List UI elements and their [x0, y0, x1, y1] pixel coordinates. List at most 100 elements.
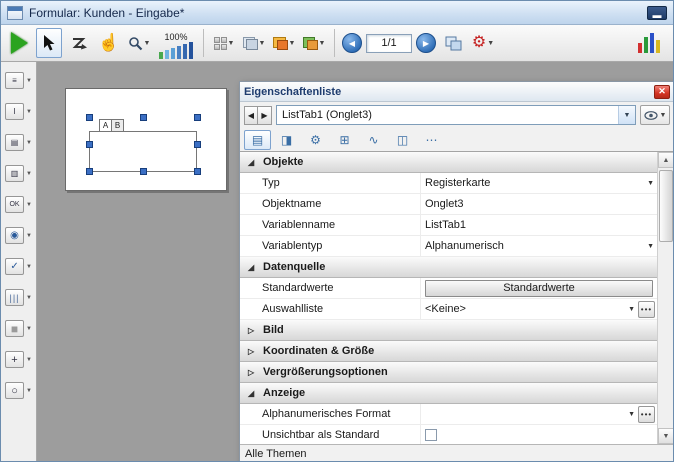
- tab-control-tab-b[interactable]: B: [111, 119, 124, 132]
- selection-handle[interactable]: [194, 168, 201, 175]
- previous-object-button[interactable]: ◀: [244, 106, 258, 125]
- checkbox-icon: ✓: [5, 258, 24, 275]
- tool-static-text[interactable]: ≡ ▼: [5, 72, 32, 89]
- chevron-down-icon[interactable]: ▼: [26, 264, 32, 270]
- tool-button[interactable]: OK ▼: [5, 196, 32, 213]
- standardwerte-button[interactable]: Standardwerte: [425, 280, 653, 297]
- tab-links[interactable]: ⊞: [331, 130, 358, 150]
- prop-row-standardwerte: Standardwerte Standardwerte: [240, 278, 657, 299]
- scrollbar-track[interactable]: [658, 168, 674, 428]
- alignment-tool-button[interactable]: ▼: [211, 28, 237, 58]
- chevron-down-icon[interactable]: ▼: [26, 295, 32, 301]
- prop-value-variablenname[interactable]: ListTab1: [420, 215, 657, 235]
- ellipsis-button[interactable]: •••: [638, 406, 655, 423]
- tool-radio-button[interactable]: ◉ ▼: [5, 227, 32, 244]
- tool-edit-field[interactable]: I ▼: [5, 103, 32, 120]
- chart-bars-icon[interactable]: [638, 33, 668, 53]
- chevron-down-icon[interactable]: ▼: [26, 388, 32, 394]
- tab-control-body[interactable]: [89, 131, 197, 172]
- chevron-down-icon[interactable]: ▼: [647, 243, 654, 250]
- color-tool-button[interactable]: ▼: [271, 28, 297, 58]
- prop-value-objektname[interactable]: Onglet3: [420, 194, 657, 214]
- magnifier-icon: [128, 36, 143, 51]
- section-objekte[interactable]: ◢ Objekte: [240, 152, 657, 173]
- windows-list-button[interactable]: [440, 28, 466, 58]
- section-anzeige[interactable]: ◢ Anzeige: [240, 383, 657, 404]
- zoom-tool-button[interactable]: ▼: [126, 28, 152, 58]
- chevron-down-icon[interactable]: ▼: [26, 233, 32, 239]
- layout-tool-button[interactable]: ▼: [241, 28, 267, 58]
- selected-object-label: ListTab1 (Onglet3): [282, 109, 372, 121]
- chevron-down-icon[interactable]: ▼: [618, 106, 635, 124]
- tab-control-tab-a[interactable]: A: [99, 119, 112, 132]
- style-tool-button[interactable]: ▼: [301, 28, 327, 58]
- prop-value-typ[interactable]: Registerkarte ▼: [420, 173, 657, 193]
- section-vergroesserungsoptionen[interactable]: ▷ Vergrößerungsoptionen: [240, 362, 657, 383]
- scrollbar-thumb[interactable]: [659, 170, 673, 242]
- close-button[interactable]: ✕: [654, 85, 670, 99]
- section-bild[interactable]: ▷ Bild: [240, 320, 657, 341]
- prop-value-auswahlliste[interactable]: <Keine> ▼ •••: [420, 299, 657, 319]
- section-koordinaten-groesse[interactable]: ▷ Koordinaten & Größe: [240, 341, 657, 362]
- tab-settings[interactable]: ⚙: [302, 130, 329, 150]
- unsichtbar-checkbox[interactable]: [425, 429, 437, 441]
- chevron-down-icon[interactable]: ▼: [26, 171, 32, 177]
- tool-toolbar-control[interactable]: ||| ▼: [5, 289, 32, 306]
- properties-panel-header[interactable]: Eigenschaftenliste ✕: [240, 82, 674, 102]
- chevron-down-icon[interactable]: ▼: [26, 202, 32, 208]
- tab-screen[interactable]: ◫: [389, 130, 416, 150]
- zoom-indicator[interactable]: 100%: [156, 27, 196, 59]
- chevron-down-icon[interactable]: ▼: [26, 109, 32, 115]
- scroll-up-button[interactable]: ▲: [658, 152, 674, 168]
- edit-field-icon: I: [5, 103, 24, 120]
- chevron-down-icon[interactable]: ▼: [647, 180, 654, 187]
- prop-label: Typ: [240, 173, 420, 193]
- section-datenquelle[interactable]: ◢ Datenquelle: [240, 257, 657, 278]
- object-selector-combo[interactable]: ListTab1 (Onglet3) ▼: [276, 105, 636, 125]
- tab-general[interactable]: ▤: [244, 130, 271, 150]
- tool-image-control[interactable]: ■ ▼: [5, 320, 32, 337]
- tool-ellipse-control[interactable]: ○ ▼: [5, 382, 32, 399]
- pan-tool-button[interactable]: ☝: [96, 28, 122, 58]
- tab-more[interactable]: ⋯: [418, 130, 445, 150]
- chevron-down-icon[interactable]: ▼: [628, 306, 635, 313]
- tab-chart[interactable]: ∿: [360, 130, 387, 150]
- scroll-down-button[interactable]: ▼: [658, 428, 674, 444]
- visibility-filter-button[interactable]: ▼: [640, 105, 670, 125]
- chevron-down-icon: ▼: [144, 40, 151, 47]
- selection-handle[interactable]: [194, 114, 201, 121]
- tab-style[interactable]: ◨: [273, 130, 300, 150]
- minimize-button[interactable]: ▬: [647, 6, 667, 20]
- select-tool-button[interactable]: [36, 28, 62, 58]
- themes-filter-bar[interactable]: Alle Themen: [240, 444, 674, 462]
- run-test-button[interactable]: [6, 28, 32, 58]
- prop-row-unsichtbar: Unsichtbar als Standard: [240, 425, 657, 444]
- prop-value-text: Alphanumerisch: [425, 240, 504, 252]
- tab-order-tool-button[interactable]: [66, 28, 92, 58]
- tool-combo-box[interactable]: ▥ ▼: [5, 165, 32, 182]
- selection-handle[interactable]: [140, 114, 147, 121]
- tool-shape-control[interactable]: + ▼: [5, 351, 32, 368]
- settings-button[interactable]: ⚙ ▼: [470, 28, 496, 58]
- chevron-down-icon[interactable]: ▼: [26, 326, 32, 332]
- page-indicator[interactable]: 1/1: [366, 34, 412, 53]
- selection-handle[interactable]: [194, 141, 201, 148]
- ellipsis-button[interactable]: •••: [638, 301, 655, 318]
- prop-value-variablentyp[interactable]: Alphanumerisch ▼: [420, 236, 657, 256]
- chevron-down-icon[interactable]: ▼: [26, 78, 32, 84]
- chevron-down-icon[interactable]: ▼: [26, 357, 32, 363]
- selection-handle[interactable]: [86, 141, 93, 148]
- next-object-button[interactable]: ▶: [258, 106, 272, 125]
- chevron-down-icon[interactable]: ▼: [26, 140, 32, 146]
- selection-handle[interactable]: [140, 168, 147, 175]
- tool-checkbox[interactable]: ✓ ▼: [5, 258, 32, 275]
- selection-handle[interactable]: [86, 168, 93, 175]
- section-expanded-icon: ◢: [248, 389, 257, 398]
- selection-handle[interactable]: [86, 114, 93, 121]
- next-page-button[interactable]: ▶: [416, 33, 436, 53]
- chevron-down-icon[interactable]: ▼: [628, 411, 635, 418]
- prop-value-format[interactable]: ▼ •••: [420, 404, 657, 424]
- section-expanded-icon: ◢: [248, 158, 257, 167]
- previous-page-button[interactable]: ◀: [342, 33, 362, 53]
- tool-list-box[interactable]: ▤ ▼: [5, 134, 32, 151]
